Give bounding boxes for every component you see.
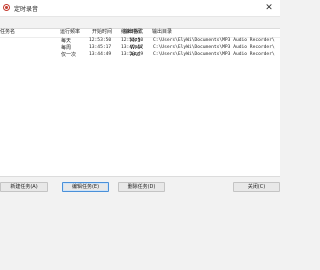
column-header-directory[interactable]: 输出目录 (152, 29, 172, 35)
table-row[interactable]: 每周 13:45:17 13:45:17 WMA C:\Users\ElyWi\… (0, 45, 280, 52)
add-task-button[interactable]: 新建任务(A) (0, 182, 48, 192)
row-directory: C:\Users\ElyWi\Documents\MP3 Audio Recor… (153, 38, 275, 43)
task-table[interactable]: 任务名 运行频率 开始时间 结束时间 输出格式 输出目录 每天 12:53:50… (0, 28, 280, 177)
delete-task-button[interactable]: 删除任务(D) (118, 182, 165, 192)
column-header-format[interactable]: 输出格式 (123, 29, 143, 35)
row-frequency: 仅一次 (61, 52, 77, 58)
close-window-button[interactable]: ✕ (258, 0, 280, 16)
table-header: 任务名 运行频率 开始时间 结束时间 输出格式 输出目录 (0, 29, 280, 38)
table-row[interactable]: 每天 12:53:50 12:55:50 MP3 C:\Users\ElyWi\… (0, 38, 280, 45)
row-frequency: 每周 (61, 45, 72, 51)
row-directory: C:\Users\ElyWi\Documents\MP3 Audio Recor… (153, 45, 275, 50)
column-header-frequency[interactable]: 运行频率 (60, 29, 80, 35)
close-dialog-button[interactable]: 关闭(C) (233, 182, 280, 192)
window-title: 定时录音 (14, 6, 39, 13)
row-start-time: 13:45:17 (89, 45, 112, 50)
row-directory: C:\Users\ElyWi\Documents\MP3 Audio Recor… (153, 52, 275, 57)
column-header-name[interactable]: 任务名 (0, 29, 15, 35)
column-header-start-time[interactable]: 开始时间 (92, 29, 112, 35)
title-bar: 定时录音 ✕ (0, 0, 280, 17)
table-row[interactable]: 仅一次 13:44:49 13:58:49 AAC C:\Users\ElyWi… (0, 52, 280, 59)
row-format: WMA (130, 45, 143, 51)
row-format: MP3 (130, 38, 141, 44)
edit-task-button[interactable]: 编辑任务(E) (62, 182, 109, 192)
row-frequency: 每天 (61, 38, 72, 44)
row-format: AAC (130, 52, 141, 58)
row-start-time: 13:44:49 (89, 52, 112, 57)
app-icon (3, 4, 10, 11)
row-start-time: 12:53:50 (89, 38, 112, 43)
